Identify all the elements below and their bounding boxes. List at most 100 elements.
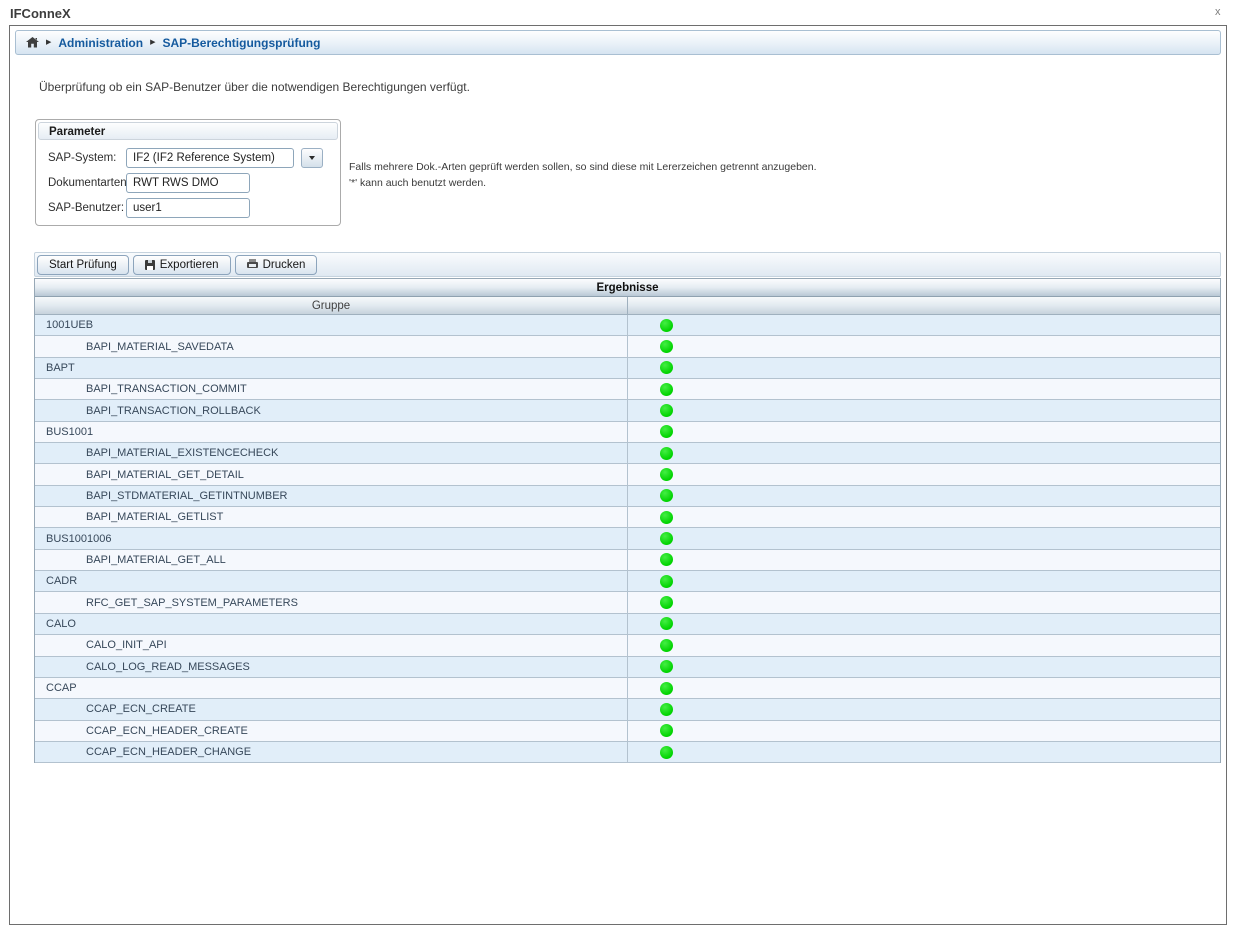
table-row-group-cell: BUS1001006 bbox=[35, 528, 628, 548]
sap-system-row: SAP-System: bbox=[48, 148, 116, 168]
table-row-group-cell: CADR bbox=[35, 571, 628, 591]
status-ok-icon bbox=[660, 639, 673, 652]
table-row[interactable]: CALO_INIT_API bbox=[35, 635, 1220, 656]
sap-benutzer-label: SAP-Benutzer: bbox=[48, 202, 124, 214]
row-label: BUS1001 bbox=[35, 426, 93, 438]
start-pruefung-button[interactable]: Start Prüfung bbox=[37, 255, 129, 275]
row-label: BAPI_TRANSACTION_COMMIT bbox=[35, 383, 247, 395]
intro-text: Überprüfung ob ein SAP-Benutzer über die… bbox=[39, 80, 470, 94]
status-ok-icon bbox=[660, 575, 673, 588]
results-column-headers: Gruppe bbox=[35, 297, 1220, 315]
gruppe-column-header: Gruppe bbox=[35, 297, 628, 314]
row-label: CCAP_ECN_HEADER_CREATE bbox=[35, 725, 248, 737]
table-row-status-cell bbox=[628, 592, 1220, 612]
sap-benutzer-field[interactable] bbox=[126, 198, 250, 218]
table-row[interactable]: RFC_GET_SAP_SYSTEM_PARAMETERS bbox=[35, 592, 1220, 613]
status-ok-icon bbox=[660, 383, 673, 396]
sap-benutzer-row: SAP-Benutzer: bbox=[48, 198, 124, 218]
status-ok-icon bbox=[660, 617, 673, 630]
printer-icon bbox=[247, 262, 258, 268]
status-ok-icon bbox=[660, 511, 673, 524]
table-row-group-cell: BAPT bbox=[35, 358, 628, 378]
row-label: CALO_LOG_READ_MESSAGES bbox=[35, 661, 250, 673]
row-label: BAPI_MATERIAL_SAVEDATA bbox=[35, 341, 234, 353]
row-label: BAPI_MATERIAL_GET_ALL bbox=[35, 554, 226, 566]
status-ok-icon bbox=[660, 361, 673, 374]
chevron-right-icon: ▶ bbox=[46, 39, 51, 46]
table-row-status-cell bbox=[628, 379, 1220, 399]
table-row-group-cell: CCAP_ECN_CREATE bbox=[35, 699, 628, 719]
table-row-status-cell bbox=[628, 571, 1220, 591]
sap-system-dropdown-button[interactable] bbox=[301, 148, 323, 168]
row-label: BAPI_TRANSACTION_ROLLBACK bbox=[35, 405, 261, 417]
close-icon[interactable]: x bbox=[1215, 6, 1221, 18]
table-row-status-cell bbox=[628, 443, 1220, 463]
status-ok-icon bbox=[660, 532, 673, 545]
table-row-group-cell: BAPI_MATERIAL_EXISTENCECHECK bbox=[35, 443, 628, 463]
table-row-status-cell bbox=[628, 721, 1220, 741]
status-ok-icon bbox=[660, 596, 673, 609]
table-row-group-cell: CCAP_ECN_HEADER_CHANGE bbox=[35, 742, 628, 762]
status-ok-icon bbox=[660, 489, 673, 502]
table-row[interactable]: BAPT bbox=[35, 358, 1220, 379]
table-row[interactable]: BAPI_MATERIAL_GET_ALL bbox=[35, 550, 1220, 571]
table-row-group-cell: BAPI_MATERIAL_GET_ALL bbox=[35, 550, 628, 570]
table-row[interactable]: CALO bbox=[35, 614, 1220, 635]
status-ok-icon bbox=[660, 340, 673, 353]
exportieren-button[interactable]: Exportieren bbox=[133, 255, 231, 275]
table-row[interactable]: BAPI_STDMATERIAL_GETINTNUMBER bbox=[35, 486, 1220, 507]
row-label: RFC_GET_SAP_SYSTEM_PARAMETERS bbox=[35, 597, 298, 609]
results-title: Ergebnisse bbox=[35, 279, 1220, 297]
main-panel: ▶ Administration ▶ SAP-Berechtigungsprüf… bbox=[9, 25, 1227, 925]
status-column-header bbox=[628, 297, 1220, 314]
breadcrumb-item-administration[interactable]: Administration bbox=[58, 36, 143, 50]
table-row-status-cell bbox=[628, 315, 1220, 335]
table-row[interactable]: BAPI_MATERIAL_SAVEDATA bbox=[35, 336, 1220, 357]
table-row-status-cell bbox=[628, 400, 1220, 420]
table-row-status-cell bbox=[628, 742, 1220, 762]
sap-system-select[interactable] bbox=[126, 148, 294, 168]
breadcrumb: ▶ Administration ▶ SAP-Berechtigungsprüf… bbox=[15, 30, 1221, 55]
table-row-group-cell: CCAP bbox=[35, 678, 628, 698]
hint-line-1: Falls mehrere Dok.-Arten geprüft werden … bbox=[349, 159, 817, 175]
hint-text: Falls mehrere Dok.-Arten geprüft werden … bbox=[349, 159, 817, 191]
table-row-group-cell: CCAP_ECN_HEADER_CREATE bbox=[35, 721, 628, 741]
table-row-status-cell bbox=[628, 614, 1220, 634]
status-ok-icon bbox=[660, 703, 673, 716]
status-ok-icon bbox=[660, 660, 673, 673]
dokumentarten-field[interactable] bbox=[126, 173, 250, 193]
home-icon[interactable] bbox=[26, 37, 39, 48]
table-row[interactable]: CCAP_ECN_HEADER_CREATE bbox=[35, 721, 1220, 742]
status-ok-icon bbox=[660, 447, 673, 460]
table-row[interactable]: CCAP_ECN_HEADER_CHANGE bbox=[35, 742, 1220, 763]
table-row[interactable]: BUS1001 bbox=[35, 422, 1220, 443]
table-row[interactable]: 1001UEB bbox=[35, 315, 1220, 336]
chevron-down-icon bbox=[309, 156, 315, 160]
table-row[interactable]: BAPI_MATERIAL_EXISTENCECHECK bbox=[35, 443, 1220, 464]
dokumentarten-label: Dokumentarten: bbox=[48, 177, 130, 189]
breadcrumb-item-sap-berechtigungspruefung[interactable]: SAP-Berechtigungsprüfung bbox=[162, 36, 320, 50]
table-row[interactable]: BAPI_TRANSACTION_ROLLBACK bbox=[35, 400, 1220, 421]
table-row[interactable]: CCAP_ECN_CREATE bbox=[35, 699, 1220, 720]
table-row-status-cell bbox=[628, 358, 1220, 378]
table-row[interactable]: BUS1001006 bbox=[35, 528, 1220, 549]
parameter-panel: Parameter SAP-System: Dokumentarten: SAP… bbox=[35, 119, 341, 226]
row-label: BUS1001006 bbox=[35, 533, 111, 545]
row-label: BAPI_MATERIAL_GET_DETAIL bbox=[35, 469, 244, 481]
table-row-status-cell bbox=[628, 486, 1220, 506]
row-label: CCAP_ECN_HEADER_CHANGE bbox=[35, 746, 251, 758]
drucken-button[interactable]: Drucken bbox=[235, 255, 318, 275]
start-pruefung-label: Start Prüfung bbox=[49, 259, 117, 271]
row-label: BAPI_MATERIAL_GETLIST bbox=[35, 511, 223, 523]
table-row-group-cell: BAPI_MATERIAL_GETLIST bbox=[35, 507, 628, 527]
table-row[interactable]: BAPI_TRANSACTION_COMMIT bbox=[35, 379, 1220, 400]
floppy-disk-icon bbox=[145, 260, 155, 270]
table-row[interactable]: CADR bbox=[35, 571, 1220, 592]
table-row[interactable]: CALO_LOG_READ_MESSAGES bbox=[35, 657, 1220, 678]
table-row-status-cell bbox=[628, 336, 1220, 356]
table-row[interactable]: CCAP bbox=[35, 678, 1220, 699]
table-row-group-cell: RFC_GET_SAP_SYSTEM_PARAMETERS bbox=[35, 592, 628, 612]
table-row[interactable]: BAPI_MATERIAL_GETLIST bbox=[35, 507, 1220, 528]
table-row[interactable]: BAPI_MATERIAL_GET_DETAIL bbox=[35, 464, 1220, 485]
table-row-group-cell: BAPI_TRANSACTION_COMMIT bbox=[35, 379, 628, 399]
